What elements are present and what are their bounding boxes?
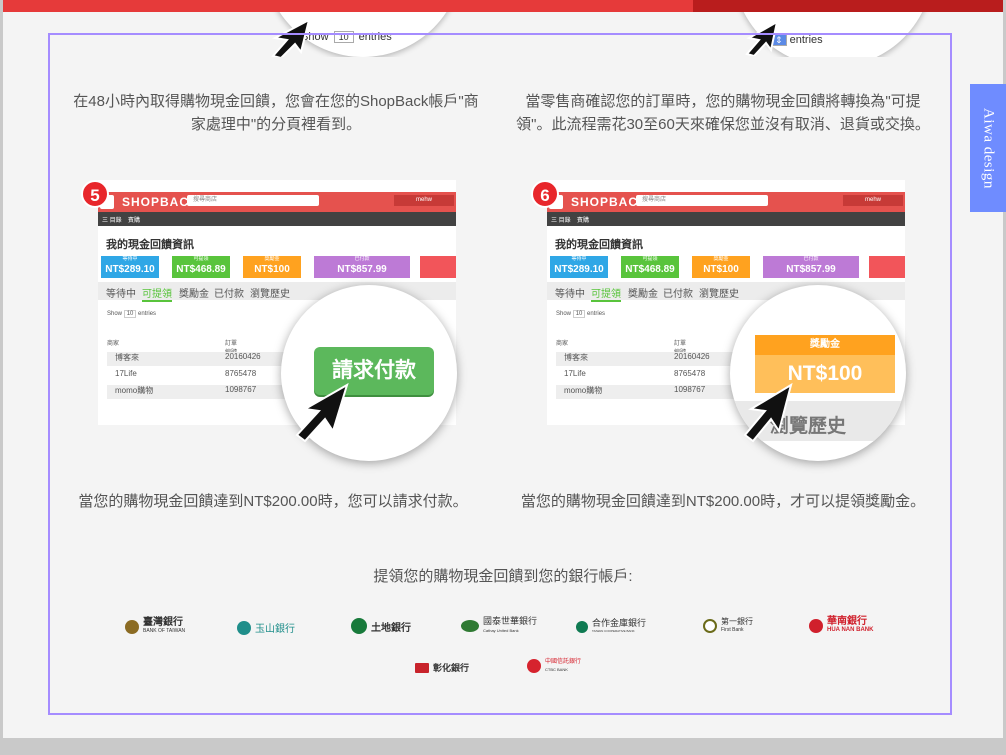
step4-caption: 當零售商確認您的訂單時，您的購物現金回饋將轉換為"可提領"。此流程需花30至60… — [516, 93, 930, 133]
table-row: momo購物 1098767 — [107, 385, 307, 399]
show-entries: Show 10 entries — [107, 310, 157, 318]
subnav-item[interactable]: 賓購 — [128, 215, 140, 224]
table-row: 17Life 8765478 — [564, 369, 706, 378]
cashback-title: 我的現金回饋資訊 — [106, 239, 194, 251]
table-row: momo購物 1098767 — [556, 385, 756, 399]
stat-bonus: 獎勵金 NT$100 — [243, 256, 301, 278]
bank-esun-icon — [237, 620, 251, 635]
bank-first-icon — [703, 619, 717, 633]
step3-caption: 在48小時內取得購物現金回饋，您會在您的ShopBack帳戶"商家處理中"的分頁… — [73, 93, 479, 133]
tab-bonus[interactable]: 獎勵金 — [179, 285, 209, 300]
stat-withdrawable: 可提領 NT$468.89 — [172, 256, 230, 278]
bonus-zoom-label: 獎勵金 — [755, 335, 895, 355]
bank-huanan-icon — [809, 619, 823, 633]
step5-badge: 5 — [81, 180, 109, 208]
cashback-title: 我的現金回饋資訊 — [555, 239, 643, 251]
page: Show 10 entries ⇕ entries 在48小時內取得購物現金回饋… — [3, 0, 1003, 738]
table-row: 博客來 20160426 — [556, 352, 756, 366]
subnav-menu[interactable]: 三 目錄 — [102, 215, 122, 224]
bank-changhua-icon — [415, 662, 429, 673]
bank-logo-cathay: 國泰世華銀行 Cathay United Bank — [461, 617, 537, 635]
stat-bonus: 獎勵金 NT$100 — [692, 256, 750, 278]
bank-logo-first: 第一銀行 First Bank — [703, 618, 753, 634]
shopback-subnav: 三 目錄 賓購 — [547, 212, 905, 226]
table-row: 17Life 8765478 — [115, 369, 257, 378]
bank-ctbc-icon — [527, 659, 541, 673]
bank-logo-changhua: 彰化銀行 — [415, 661, 469, 674]
aiwa-design-side-tab[interactable]: Aiwa design — [970, 84, 1006, 212]
step5-caption: 當您的購物現金回饋達到NT$200.00時，您可以請求付款。 — [78, 493, 468, 510]
bank-logo-ctbc: 中國信託銀行 CTBC BANK — [527, 659, 581, 673]
shopback-subnav: 三 目錄 賓購 — [98, 212, 456, 226]
tab-pending[interactable]: 等待中 — [106, 285, 136, 300]
stat-paid: 已付款 NT$857.99 — [763, 256, 859, 278]
show-entries: Show 10 entries — [556, 310, 606, 318]
table-header: 商家訂單編號 — [107, 338, 237, 356]
tab-history[interactable]: 瀏覽歷史 — [250, 285, 290, 300]
stat-pending: 等待中 NT$289.10 — [550, 256, 608, 278]
bank-logo-cooperative: 合作金庫銀行 TAIWAN COOPERATIVE BANK — [576, 619, 646, 635]
bank-taiwan-icon — [125, 620, 139, 634]
subnav-item[interactable]: 賓購 — [577, 215, 589, 224]
banks-heading: 提領您的購物現金回饋到您的銀行帳戶: — [373, 568, 633, 585]
bank-cathay-icon — [461, 620, 479, 632]
shopback-search-input[interactable]: 搜尋商店 — [187, 195, 319, 206]
step6-caption: 當您的購物現金回饋達到NT$200.00時，才可以提領獎勵金。 — [520, 493, 926, 510]
bank-logo-taiwan: 臺灣銀行 BANK OF TAIWAN — [125, 618, 185, 636]
tab-paid[interactable]: 已付款 — [663, 285, 693, 300]
bank-cooperative-icon — [576, 621, 588, 633]
stat-withdrawable: 可提領 NT$468.89 — [621, 256, 679, 278]
step6-badge: 6 — [531, 180, 559, 208]
bank-land-icon — [351, 618, 367, 634]
tab-paid[interactable]: 已付款 — [214, 285, 244, 300]
tab-history[interactable]: 瀏覽歷史 — [699, 285, 739, 300]
shopback-user-menu[interactable]: mehw — [394, 195, 454, 206]
table-row: 博客來 20160426 — [107, 352, 307, 366]
stat-pending: 等待中 NT$289.10 — [101, 256, 159, 278]
cursor-arrow-icon — [743, 383, 793, 443]
tab-withdrawable[interactable]: 可提領 — [142, 285, 172, 302]
bank-logo-esun: 玉山銀行 — [237, 620, 295, 635]
tab-pending[interactable]: 等待中 — [555, 285, 585, 300]
stat-extra — [869, 256, 905, 278]
bank-logo-land: 土地銀行 — [351, 618, 411, 634]
bank-logo-huanan: 華南銀行 HUA NAN BANK — [809, 617, 873, 635]
subnav-menu[interactable]: 三 目錄 — [551, 215, 571, 224]
table-header: 商家訂單編號 — [556, 338, 686, 356]
tab-withdrawable[interactable]: 可提領 — [591, 285, 621, 302]
shopback-user-menu[interactable]: mehw — [843, 195, 903, 206]
stat-extra — [420, 256, 456, 278]
shopback-search-input[interactable]: 搜尋商店 — [636, 195, 768, 206]
stat-paid: 已付款 NT$857.99 — [314, 256, 410, 278]
cursor-arrow-icon — [295, 383, 349, 443]
top-red-banner — [3, 0, 1003, 12]
tab-bonus[interactable]: 獎勵金 — [628, 285, 658, 300]
